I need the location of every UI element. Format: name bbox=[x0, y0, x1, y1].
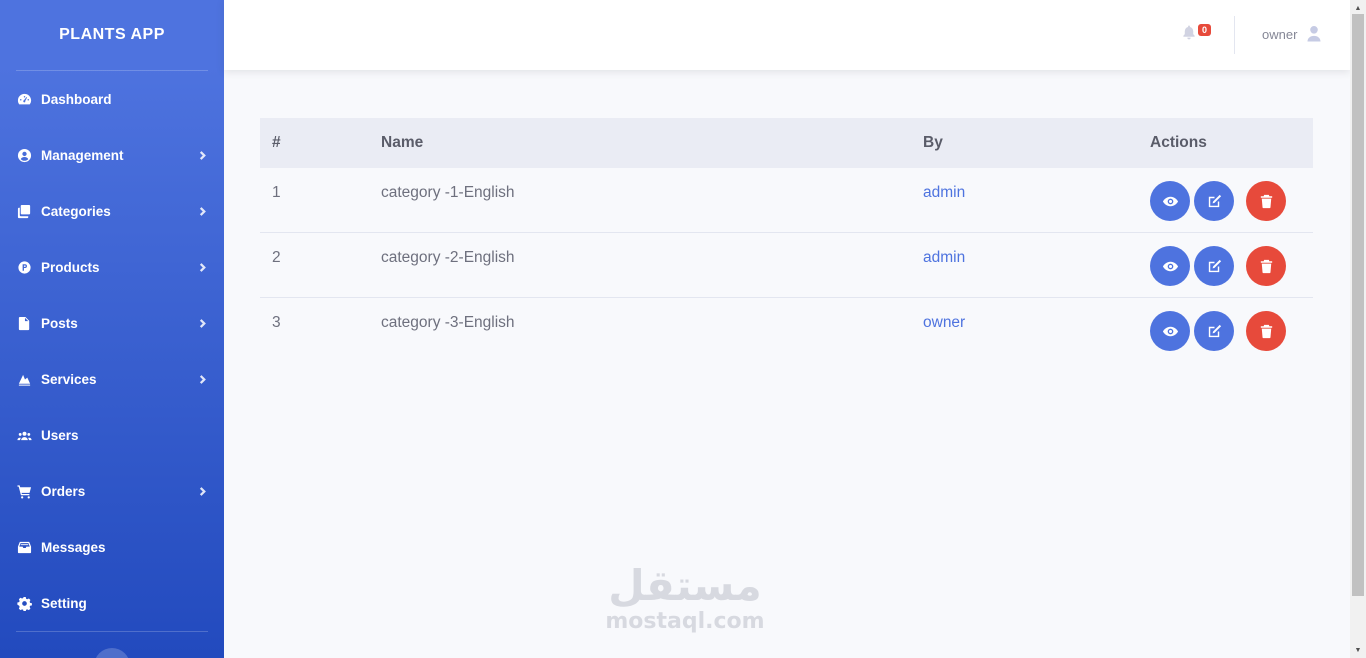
sidebar-item-dashboard[interactable]: Dashboard bbox=[0, 71, 224, 127]
scrollbar-thumb[interactable] bbox=[1352, 14, 1364, 596]
sidebar-item-setting[interactable]: Setting bbox=[0, 575, 224, 631]
view-button[interactable] bbox=[1150, 246, 1190, 286]
trash-icon bbox=[1260, 259, 1272, 273]
chevron-right-icon bbox=[196, 261, 208, 273]
chevron-right-icon bbox=[196, 205, 208, 217]
sidebar-item-posts[interactable]: Posts bbox=[0, 295, 224, 351]
sidebar-divider bbox=[16, 631, 208, 632]
sidebar-item-label: Dashboard bbox=[41, 91, 112, 107]
sidebar-item-label: Management bbox=[41, 147, 124, 163]
sidebar-item-categories[interactable]: Categories bbox=[0, 183, 224, 239]
cart-icon bbox=[16, 483, 33, 499]
sidebar-item-management[interactable]: Management bbox=[0, 127, 224, 183]
scroll-down-arrow-icon[interactable]: ▼ bbox=[1352, 644, 1364, 656]
file-icon bbox=[16, 315, 33, 331]
watermark-latin: mostaql.com bbox=[605, 609, 765, 634]
users-icon bbox=[16, 427, 33, 443]
delete-button[interactable] bbox=[1246, 246, 1286, 286]
sidebar-item-messages[interactable]: Messages bbox=[0, 519, 224, 575]
row-number: 1 bbox=[272, 184, 281, 201]
sidebar-item-services[interactable]: Services bbox=[0, 351, 224, 407]
chevron-right-icon bbox=[196, 373, 208, 385]
table-header: # Name By Actions bbox=[260, 118, 1313, 168]
user-name[interactable]: owner bbox=[1262, 27, 1297, 42]
row-by-link[interactable]: admin bbox=[923, 249, 965, 267]
sidebar-item-label: Orders bbox=[41, 483, 86, 499]
edit-icon bbox=[1208, 324, 1221, 337]
table-row: 1 category -1-English admin bbox=[260, 168, 1313, 233]
sidebar-item-users[interactable]: Users bbox=[0, 407, 224, 463]
column-header-name: Name bbox=[381, 134, 424, 151]
row-number: 3 bbox=[272, 314, 281, 331]
brand-title[interactable]: PLANTS APP bbox=[0, 0, 224, 70]
watermark: مستقل mostaql.com bbox=[600, 562, 770, 634]
delete-button[interactable] bbox=[1246, 181, 1286, 221]
gear-icon bbox=[16, 595, 33, 611]
row-by-link[interactable]: admin bbox=[923, 184, 965, 202]
row-by-link[interactable]: owner bbox=[923, 314, 965, 332]
product-icon bbox=[16, 259, 33, 275]
user-circle-icon bbox=[16, 147, 33, 163]
sidebar-item-label: Categories bbox=[41, 203, 111, 219]
sidebar-toggle-button[interactable] bbox=[94, 648, 130, 658]
chevron-right-icon bbox=[196, 149, 208, 161]
eye-icon bbox=[1162, 196, 1178, 206]
eye-icon bbox=[1162, 261, 1178, 271]
row-name: category -1-English bbox=[381, 184, 515, 201]
view-button[interactable] bbox=[1150, 181, 1190, 221]
row-number: 2 bbox=[272, 249, 281, 266]
trash-icon bbox=[1260, 194, 1272, 208]
scroll-up-arrow-icon[interactable]: ▲ bbox=[1352, 2, 1364, 14]
dashboard-icon bbox=[16, 91, 33, 107]
column-header-by: By bbox=[923, 134, 943, 151]
view-button[interactable] bbox=[1150, 311, 1190, 351]
table-row: 2 category -2-English admin bbox=[260, 233, 1313, 298]
user-avatar-icon[interactable] bbox=[1306, 25, 1322, 43]
sidebar: PLANTS APP Dashboard Management Categori… bbox=[0, 0, 224, 658]
edit-button[interactable] bbox=[1194, 246, 1234, 286]
edit-button[interactable] bbox=[1194, 311, 1234, 351]
sidebar-item-label: Products bbox=[41, 259, 100, 275]
sidebar-item-orders[interactable]: Orders bbox=[0, 463, 224, 519]
edit-icon bbox=[1208, 194, 1221, 207]
eye-icon bbox=[1162, 326, 1178, 336]
trash-icon bbox=[1260, 324, 1272, 338]
edit-icon bbox=[1208, 259, 1221, 272]
notification-badge: 0 bbox=[1198, 24, 1211, 36]
sidebar-item-label: Posts bbox=[41, 315, 78, 331]
chevron-right-icon bbox=[196, 317, 208, 329]
row-name: category -3-English bbox=[381, 314, 515, 331]
sidebar-item-products[interactable]: Products bbox=[0, 239, 224, 295]
copy-icon bbox=[16, 203, 33, 219]
sidebar-item-label: Users bbox=[41, 427, 79, 443]
row-name: category -2-English bbox=[381, 249, 515, 266]
services-icon bbox=[16, 371, 33, 387]
column-header-actions: Actions bbox=[1150, 134, 1207, 151]
topbar: 0 owner bbox=[224, 0, 1350, 70]
topbar-divider bbox=[1234, 16, 1235, 54]
categories-table: # Name By Actions 1 category -1-English … bbox=[260, 118, 1313, 363]
delete-button[interactable] bbox=[1246, 311, 1286, 351]
edit-button[interactable] bbox=[1194, 181, 1234, 221]
table-row: 3 category -3-English owner bbox=[260, 298, 1313, 363]
inbox-icon bbox=[16, 539, 33, 555]
sidebar-item-label: Messages bbox=[41, 539, 106, 555]
chevron-right-icon bbox=[196, 485, 208, 497]
sidebar-item-label: Setting bbox=[41, 595, 87, 611]
watermark-arabic: مستقل bbox=[608, 561, 762, 610]
sidebar-item-label: Services bbox=[41, 371, 97, 387]
column-header-number: # bbox=[272, 134, 281, 151]
